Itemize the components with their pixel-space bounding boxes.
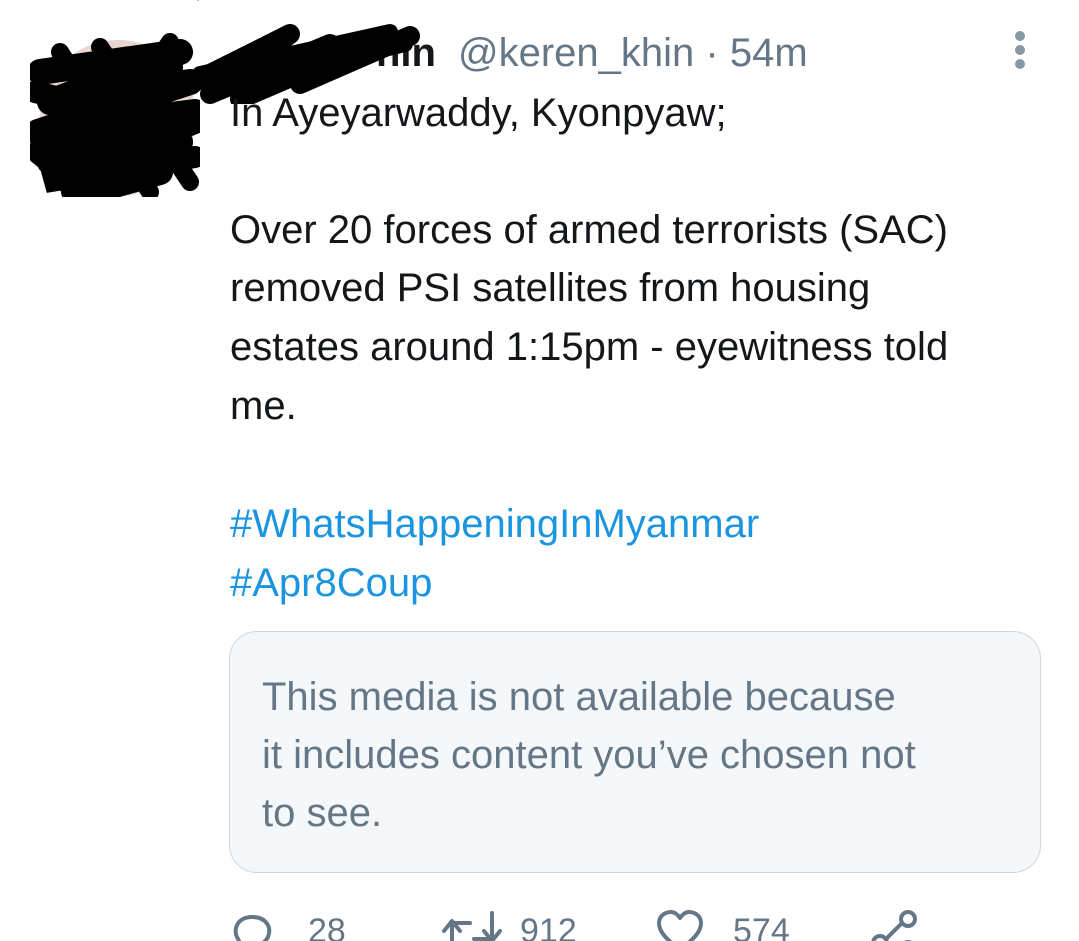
user-handle[interactable]: @keren_khin [458, 31, 694, 75]
share-button[interactable] [870, 905, 930, 941]
like-button[interactable]: 574 [655, 905, 825, 941]
avatar[interactable] [24, 32, 222, 205]
meta-separator: · [694, 31, 730, 75]
tweet-text-line: In Ayeyarwaddy, Kyonpyaw; [230, 91, 727, 135]
retweet-count: 912 [520, 912, 577, 941]
tweet-text-line: removed PSI satellites from housing [230, 266, 871, 310]
like-count: 574 [733, 912, 790, 941]
tweet-timestamp[interactable]: 54m [730, 31, 808, 75]
media-notice-line: to see. [262, 791, 383, 835]
media-notice-line: This media is not available because [262, 675, 896, 719]
tweet-text-line: Over 20 forces of armed terrorists (SAC) [230, 208, 948, 252]
reply-button[interactable]: 28 [230, 905, 390, 941]
avatar-redaction [24, 33, 222, 205]
heart-icon [657, 910, 703, 941]
tweet-text-line: me. [230, 384, 297, 428]
more-vertical-icon[interactable] [1004, 30, 1036, 70]
reply-count: 28 [308, 912, 346, 941]
hashtag-link[interactable]: #Apr8Coup [230, 554, 432, 613]
tweet-text-line: estates around 1:15pm - eyewitness told [230, 325, 949, 369]
reply-icon [233, 915, 272, 941]
media-notice-line: it includes content you’ve chosen not [262, 733, 916, 777]
retweet-icon [442, 911, 502, 941]
tweet-actions: 28 912 574 [230, 905, 1050, 941]
hashtag-link[interactable]: #WhatsHappeningInMyanmar [230, 495, 759, 554]
tweet-screen: nin @keren_khin · 54m In Ayeyarwaddy, Ky… [0, 0, 1079, 941]
previous-tweet-actions-remnant [197, 0, 199, 2]
retweet-button[interactable]: 912 [440, 905, 610, 941]
tweet-meta: @keren_khin · 54m [458, 28, 808, 78]
media-unavailable-card[interactable]: This media is not available because it i… [229, 631, 1041, 873]
share-icon [871, 910, 917, 941]
